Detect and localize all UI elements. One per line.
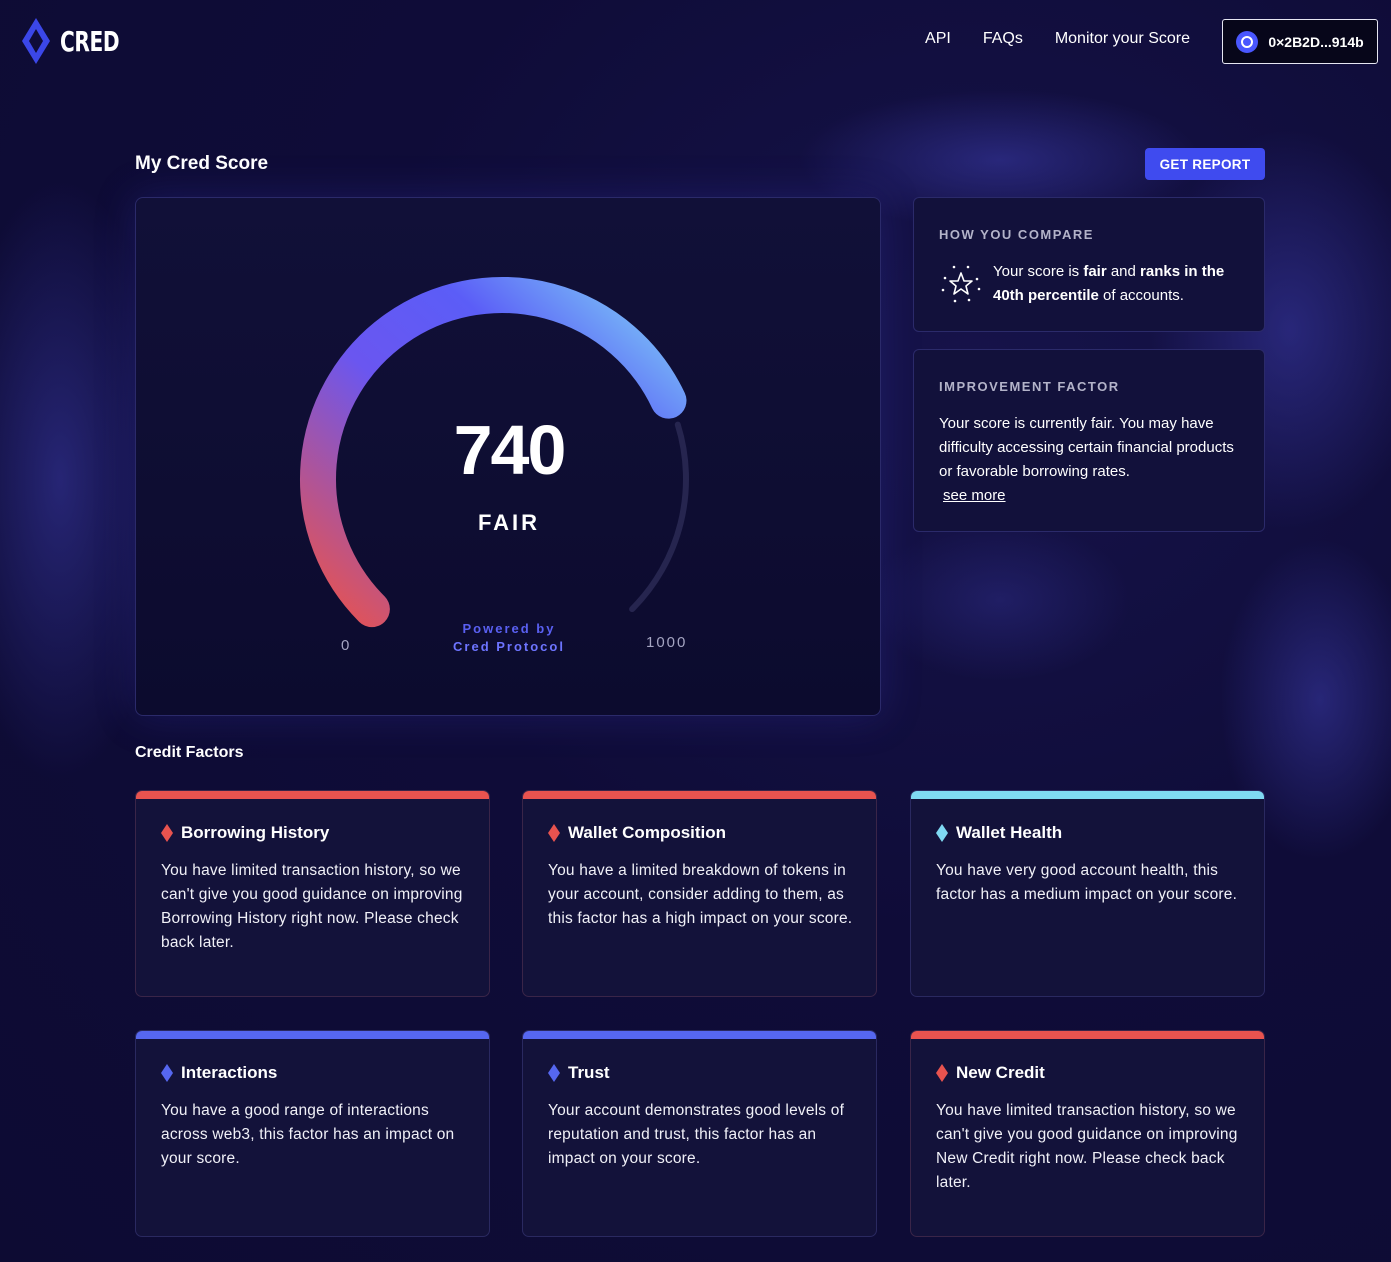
nav-link-monitor-score[interactable]: Monitor your Score — [1055, 30, 1190, 48]
factor-description: You have limited transaction history, so… — [161, 862, 463, 951]
factor-card-wallet-composition: Wallet Composition You have a limited br… — [522, 790, 877, 997]
get-report-button[interactable]: GET REPORT — [1145, 148, 1265, 180]
diamond-icon — [161, 1064, 173, 1082]
factor-name: Borrowing History — [181, 823, 330, 842]
diamond-icon — [548, 824, 560, 842]
diamond-icon — [936, 1064, 948, 1082]
diamond-icon — [161, 824, 173, 842]
improvement-text: Your score is currently fair. You may ha… — [939, 412, 1239, 508]
powered-by-brand[interactable]: Cred Protocol — [136, 638, 882, 656]
how-you-compare-card: HOW YOU COMPARE Your score is fair and r… — [913, 197, 1265, 332]
diamond-logo-icon — [22, 18, 50, 64]
powered-by: Powered by Cred Protocol — [136, 620, 882, 656]
wallet-address: 0×2B2D...914b — [1268, 33, 1364, 50]
nav-link-faqs[interactable]: FAQs — [983, 30, 1023, 48]
factor-status-bar — [911, 1031, 1264, 1039]
nav-link-api[interactable]: API — [925, 30, 951, 48]
top-navbar: CRED API FAQs Monitor your Score 0×2B2D.… — [0, 0, 1391, 84]
diamond-icon — [936, 824, 948, 842]
factor-status-bar — [911, 791, 1264, 799]
factor-description: You have very good account health, this … — [936, 862, 1238, 903]
score-gauge-card: 740 FAIR 0 1000 Powered by Cred Protocol — [135, 197, 881, 716]
factor-name: Wallet Composition — [568, 823, 727, 842]
see-more-link[interactable]: see more — [943, 484, 1006, 508]
page-title: My Cred Score — [135, 153, 269, 174]
compare-title: HOW YOU COMPARE — [939, 227, 1094, 242]
main-nav: API FAQs Monitor your Score — [925, 30, 1190, 48]
brand-logo[interactable]: CRED — [20, 16, 134, 66]
factor-description: You have limited transaction history, so… — [936, 1102, 1238, 1191]
factor-description: You have a good range of interactions ac… — [161, 1102, 455, 1167]
compare-text-part: Your score is — [993, 263, 1084, 280]
compare-body: Your score is fair and ranks in the 40th… — [939, 260, 1243, 308]
factor-card-trust: Trust Your account demonstrates good lev… — [522, 1030, 877, 1237]
brand-name: CRED — [60, 24, 120, 58]
factor-status-bar — [523, 791, 876, 799]
factor-name: Wallet Health — [956, 823, 1063, 842]
score-rating: FAIR — [477, 510, 541, 535]
improvement-description: Your score is currently fair. You may ha… — [939, 415, 1234, 480]
factor-card-interactions: Interactions You have a good range of in… — [135, 1030, 490, 1237]
factor-name: New Credit — [956, 1063, 1045, 1082]
factor-name: Trust — [568, 1063, 610, 1082]
factor-card-borrowing-history: Borrowing History You have limited trans… — [135, 790, 490, 997]
factor-card-new-credit: New Credit You have limited transaction … — [910, 1030, 1265, 1237]
factor-status-bar — [136, 1031, 489, 1039]
wallet-avatar-icon — [1236, 30, 1259, 53]
compare-text-part: and — [1106, 263, 1141, 280]
credit-factors-title: Credit Factors — [135, 744, 244, 761]
factor-description: Your account demonstrates good levels of… — [548, 1102, 845, 1167]
wallet-address-button[interactable]: 0×2B2D...914b — [1222, 19, 1378, 64]
factor-description: You have a limited breakdown of tokens i… — [548, 862, 853, 927]
score-value: 740 — [453, 411, 567, 489]
factor-name: Interactions — [181, 1063, 278, 1082]
compare-rating: fair — [1083, 263, 1107, 280]
factor-card-wallet-health: Wallet Health You have very good account… — [910, 790, 1265, 997]
compare-text-part: of accounts. — [1098, 287, 1184, 304]
sparkle-star-icon — [941, 265, 981, 303]
powered-by-label: Powered by — [462, 621, 556, 636]
improvement-factor-card: IMPROVEMENT FACTOR Your score is current… — [913, 349, 1265, 532]
compare-text: Your score is fair and ranks in the 40th… — [993, 260, 1243, 308]
improvement-title: IMPROVEMENT FACTOR — [939, 379, 1120, 394]
factor-status-bar — [136, 791, 489, 799]
diamond-icon — [548, 1064, 560, 1082]
factor-status-bar — [523, 1031, 876, 1039]
